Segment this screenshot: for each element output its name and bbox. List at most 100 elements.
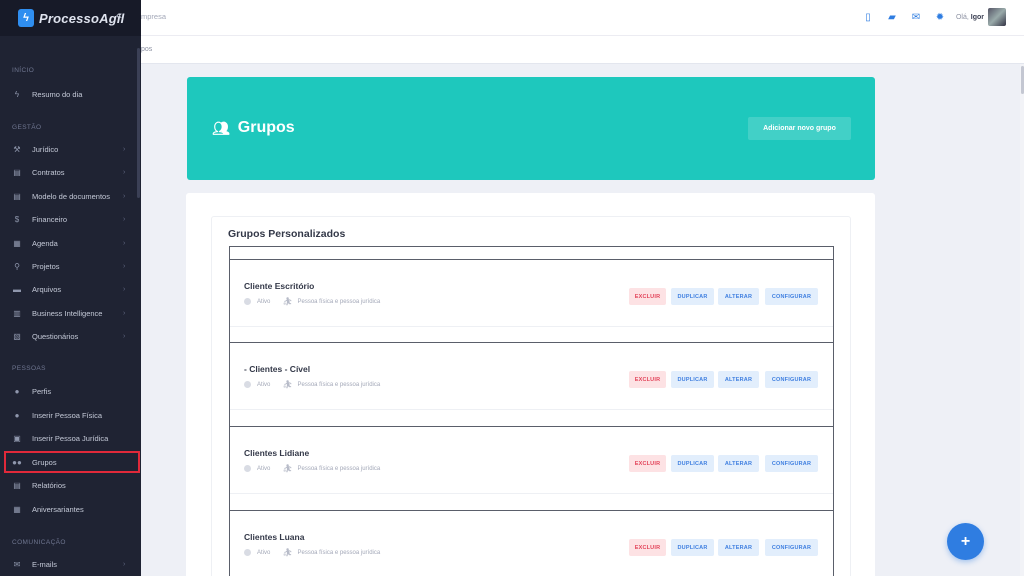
sidebar-item[interactable]: $ Financeiro › [0, 208, 141, 230]
brand-name: ProcessoAgil [39, 10, 125, 26]
edit-button[interactable]: ALTERAR [718, 371, 759, 388]
person-icon: ⛹︎ [282, 464, 293, 473]
group-meta: Ativo ⛹︎ Pessoa física e pessoa jurídica [244, 548, 380, 557]
sidebar-item-label: Grupos [32, 457, 57, 467]
bolt-icon: ϟ [14, 89, 20, 99]
sidebar-item[interactable]: ✉ E-mails › [0, 553, 141, 575]
gift-icon: ▦ [13, 504, 21, 514]
sidebar-item[interactable]: ▦ Aniversariantes [0, 498, 141, 520]
mail-icon[interactable]: ✉ [910, 11, 922, 23]
user-icon: ● [14, 386, 20, 396]
users-icon: 👥︎ [212, 119, 230, 136]
sidebar-item[interactable]: ▬ Arquivos › [0, 278, 141, 300]
add-fab-button[interactable]: + [947, 523, 984, 560]
file-icon[interactable]: ▰ [886, 11, 898, 23]
avatar[interactable] [988, 8, 1006, 26]
brand[interactable]: ϟ ProcessoAgil « [0, 0, 141, 36]
greeting-prefix: Olá, [955, 13, 969, 21]
chevron-right-icon: › [123, 285, 126, 293]
row-divider [230, 409, 833, 410]
bolt-logo-icon: ϟ [18, 9, 34, 27]
list-item: - Clientes - Cível Ativo ⛹︎ Pessoa física e… [229, 342, 834, 426]
page-header: 👥︎ Grupos Adicionar novo grupo [187, 77, 875, 180]
configure-button[interactable]: CONFIGURAR [765, 371, 818, 388]
sidebar-item[interactable]: ▤ Contratos › [0, 161, 141, 183]
row-divider [230, 326, 833, 327]
edit-button[interactable]: ALTERAR [718, 455, 759, 472]
sitemap-icon: ⚲ [14, 261, 20, 271]
sidebar-item[interactable]: ▧ Questionários › [0, 325, 141, 347]
sidebar-item[interactable]: ▤ Modelo de documentos › [0, 185, 141, 207]
sidebar-item-label: Perfis [32, 386, 52, 396]
sidebar-item[interactable]: ▣ Inserir Pessoa Jurídica [0, 427, 141, 449]
delete-button[interactable]: EXCLUIR [629, 371, 666, 388]
breadcrumb-bar: pos [141, 36, 1024, 64]
mobile-icon[interactable]: ▯ [862, 11, 874, 23]
sidebar-item[interactable]: ▦ Agenda › [0, 232, 141, 254]
sidebar-item-label: Modelo de documentos [32, 191, 110, 201]
sidebar-item[interactable]: ϟ Resumo do dia [0, 83, 141, 105]
sidebar-item-label: Relatórios [32, 480, 66, 490]
document-icon: ▤ [13, 191, 21, 201]
edit-button[interactable]: ALTERAR [718, 288, 759, 305]
delete-button[interactable]: EXCLUIR [629, 288, 666, 305]
topbar-actions: ▯ ▰ ✉ ✹ Olá, Igor [850, 8, 1006, 26]
user-plus-icon: ● [14, 410, 20, 420]
sidebar-item[interactable]: ● Perfis [0, 380, 141, 402]
group-meta: Ativo ⛹︎ Pessoa física e pessoa jurídica [244, 380, 380, 389]
chart-icon: ▥ [13, 308, 21, 318]
groups-panel-title: Grupos Personalizados [228, 228, 346, 240]
status-dot-icon [244, 549, 251, 556]
sidebar-item[interactable]: ⚲ Projetos › [0, 255, 141, 277]
collapse-sidebar-icon[interactable]: « [116, 10, 122, 22]
sidebar-item-label: Aniversariantes [32, 504, 84, 514]
user-name: Igor [970, 13, 984, 21]
delete-button[interactable]: EXCLUIR [629, 539, 666, 556]
person-icon: ⛹︎ [282, 548, 293, 557]
table-header [229, 246, 834, 259]
sidebar-item[interactable]: ▥ Business Intelligence › [0, 302, 141, 324]
main-scrollbar[interactable] [1020, 64, 1024, 576]
list-item: Cliente Escritório Ativo ⛹︎ Pessoa física e… [229, 259, 834, 343]
calendar-icon: ▦ [13, 238, 21, 248]
configure-button[interactable]: CONFIGURAR [765, 288, 818, 305]
chevron-right-icon: › [123, 332, 126, 340]
envelope-icon: ✉ [13, 559, 21, 569]
sidebar-item[interactable]: ● Inserir Pessoa Física [0, 404, 141, 426]
sidebar-item-label: Contratos [32, 167, 65, 177]
clipboard-icon: ▧ [13, 331, 21, 341]
sidebar-item[interactable]: ▤ Relatórios [0, 474, 141, 496]
user-greeting[interactable]: Olá, Igor [956, 14, 984, 21]
group-status: Ativo [257, 381, 271, 388]
duplicate-button[interactable]: DUPLICAR [671, 455, 714, 472]
users-icon: ●● [12, 457, 22, 467]
status-dot-icon [244, 298, 251, 305]
delete-button[interactable]: EXCLUIR [629, 455, 666, 472]
sidebar-item-label: Inserir Pessoa Jurídica [32, 433, 109, 443]
chevron-right-icon: › [123, 145, 126, 153]
breadcrumb[interactable]: pos [141, 46, 152, 53]
sidebar-item-label: Resumo do dia [32, 89, 83, 99]
sidebar-item[interactable]: ●● Grupos [4, 451, 140, 473]
configure-button[interactable]: CONFIGURAR [765, 455, 818, 472]
sidebar-item-label: Projetos [32, 261, 60, 271]
row-divider [230, 493, 833, 494]
sidebar-item-label: Jurídico [32, 144, 59, 154]
group-meta: Ativo ⛹︎ Pessoa física e pessoa jurídica [244, 464, 380, 473]
edit-button[interactable]: ALTERAR [718, 539, 759, 556]
sidebar-item-label: Agenda [32, 238, 58, 248]
page-title-text: Grupos [237, 119, 295, 136]
sidebar: ϟ ProcessoAgil « INÍCIO GESTÃO PESSOAS C… [0, 0, 141, 576]
company-selector[interactable]: mpresa [141, 12, 166, 21]
duplicate-button[interactable]: DUPLICAR [671, 371, 714, 388]
section-comunicacao: COMUNICAÇÃO [12, 539, 66, 546]
sidebar-item[interactable]: ⚒ Jurídico › [0, 138, 141, 160]
add-group-button[interactable]: Adicionar novo grupo [748, 117, 851, 140]
gear-icon[interactable]: ✹ [934, 11, 946, 23]
person-icon: ⛹︎ [282, 380, 293, 389]
duplicate-button[interactable]: DUPLICAR [671, 288, 714, 305]
dollar-icon: $ [14, 214, 20, 224]
duplicate-button[interactable]: DUPLICAR [671, 539, 714, 556]
configure-button[interactable]: CONFIGURAR [765, 539, 818, 556]
gavel-icon: ⚒ [13, 144, 21, 154]
